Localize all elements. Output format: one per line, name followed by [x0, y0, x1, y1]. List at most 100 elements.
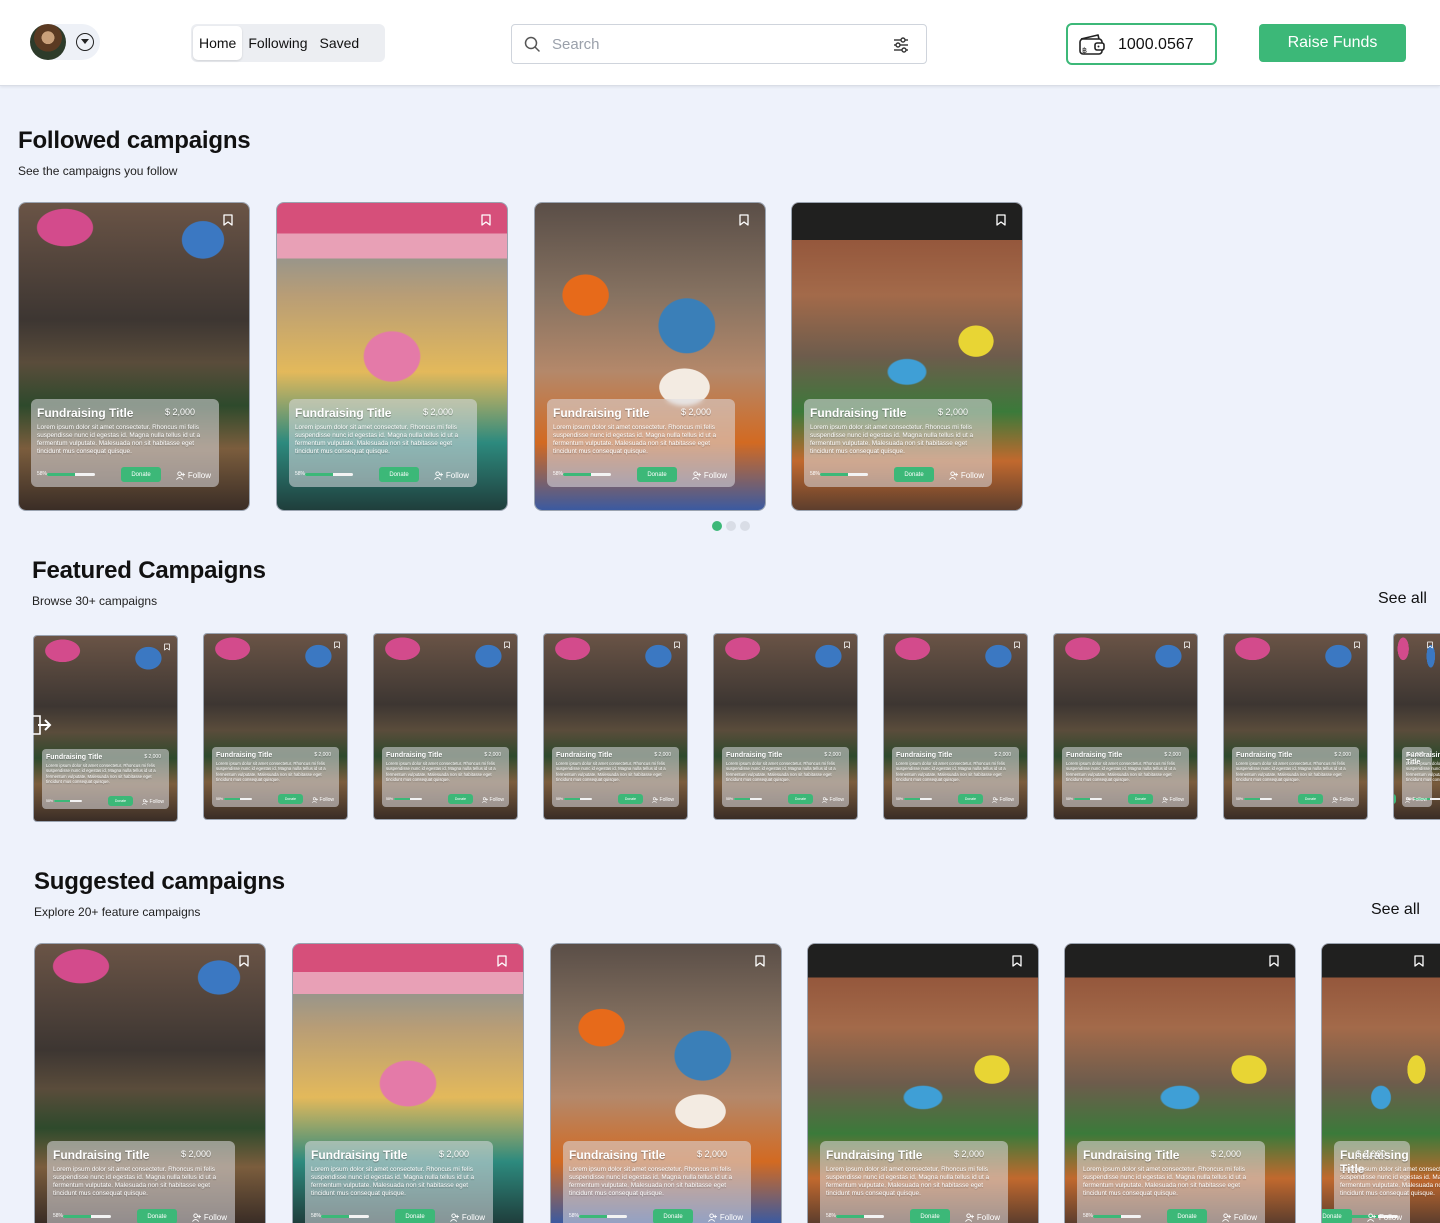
raise-funds-button[interactable]: Raise Funds [1259, 24, 1406, 62]
filter-icon[interactable] [892, 36, 910, 54]
bookmark-icon[interactable] [481, 214, 491, 226]
featured-see-all-link[interactable]: See all [1378, 590, 1427, 608]
donate-button[interactable]: Donate [618, 794, 643, 804]
donate-button[interactable]: Donate [108, 796, 133, 806]
follow-button[interactable]: Follow [175, 471, 211, 480]
follow-button[interactable]: Follow [1331, 797, 1354, 803]
search-input[interactable] [552, 25, 882, 63]
donate-button[interactable]: Donate [379, 467, 419, 482]
follow-button[interactable]: Follow [821, 797, 844, 803]
follow-button[interactable]: Follow [191, 1213, 227, 1222]
campaign-card[interactable]: Fundraising Title $ 2,000 Lorem ipsum do… [18, 202, 250, 511]
donate-button[interactable]: Donate [910, 1209, 950, 1223]
follow-button[interactable]: Follow [1161, 797, 1184, 803]
bookmark-icon[interactable] [674, 641, 680, 649]
donate-button[interactable]: Donate [121, 467, 161, 482]
follow-button[interactable]: Follow [691, 471, 727, 480]
campaign-card[interactable]: Fundraising Title $ 2,000 Lorem ipsum do… [1321, 943, 1440, 1223]
campaign-card[interactable]: Fundraising Title $ 2,000 Lorem ipsum do… [1064, 943, 1296, 1223]
bookmark-icon[interactable] [1184, 641, 1190, 649]
bookmark-icon[interactable] [996, 214, 1006, 226]
campaign-amount: $ 2,000 [164, 407, 195, 417]
carousel-dot[interactable] [726, 521, 736, 531]
bookmark-icon[interactable] [1012, 955, 1022, 967]
bookmark-icon[interactable] [1269, 955, 1279, 967]
tab-saved[interactable]: Saved [314, 26, 366, 60]
donate-button[interactable]: Donate [1322, 1209, 1352, 1223]
follow-button[interactable]: Follow [1366, 1213, 1402, 1222]
campaign-card[interactable]: Fundraising Title $ 2,000 Lorem ipsum do… [292, 943, 524, 1223]
profile-menu[interactable] [30, 24, 100, 60]
follow-button[interactable]: Follow [449, 1213, 485, 1222]
follow-button[interactable]: Follow [948, 471, 984, 480]
donate-button[interactable]: Donate [278, 794, 303, 804]
bookmark-icon[interactable] [334, 641, 340, 649]
follow-button[interactable]: Follow [964, 1213, 1000, 1222]
donate-button[interactable]: Donate [958, 794, 983, 804]
follow-button[interactable]: Follow [311, 797, 334, 803]
bookmark-icon[interactable] [223, 214, 233, 226]
follow-button[interactable]: Follow [1404, 797, 1427, 803]
carousel-dot[interactable] [712, 521, 722, 531]
bookmark-icon[interactable] [164, 643, 170, 651]
bookmark-icon[interactable] [1427, 641, 1433, 649]
campaign-card[interactable]: Fundraising Title $ 2,000 Lorem ipsum do… [713, 633, 858, 820]
donate-button[interactable]: Donate [788, 794, 813, 804]
campaign-card[interactable]: Fundraising Title $ 2,000 Lorem ipsum do… [33, 635, 178, 822]
follow-button[interactable]: Follow [991, 797, 1014, 803]
follow-icon [1366, 1213, 1376, 1222]
bookmark-icon[interactable] [739, 214, 749, 226]
campaign-card[interactable]: Fundraising Title $ 2,000 Lorem ipsum do… [34, 943, 266, 1223]
donate-button[interactable]: Donate [1394, 794, 1396, 804]
campaign-card[interactable]: Fundraising Title $ 2,000 Lorem ipsum do… [1053, 633, 1198, 820]
campaign-card[interactable]: Fundraising Title $ 2,000 Lorem ipsum do… [791, 202, 1023, 511]
campaign-card[interactable]: Fundraising Title $ 2,000 Lorem ipsum do… [883, 633, 1028, 820]
follow-label: Follow [489, 797, 504, 803]
follow-button[interactable]: Follow [141, 799, 164, 805]
bookmark-icon[interactable] [239, 955, 249, 967]
bookmark-icon[interactable] [1354, 641, 1360, 649]
campaign-info: Fundraising Title $ 2,000 Lorem ipsum do… [820, 1141, 1008, 1223]
donate-button[interactable]: Donate [894, 467, 934, 482]
donate-button[interactable]: Donate [395, 1209, 435, 1223]
campaign-card[interactable]: Fundraising Title $ 2,000 Lorem ipsum do… [543, 633, 688, 820]
donate-button[interactable]: Donate [1128, 794, 1153, 804]
bookmark-icon[interactable] [844, 641, 850, 649]
bookmark-icon[interactable] [1414, 955, 1424, 967]
bookmark-icon[interactable] [755, 955, 765, 967]
donate-button[interactable]: Donate [1167, 1209, 1207, 1223]
donate-button[interactable]: Donate [637, 467, 677, 482]
campaign-card[interactable]: Fundraising Title $ 2,000 Lorem ipsum do… [1393, 633, 1440, 820]
donate-button[interactable]: Donate [448, 794, 473, 804]
wallet-balance[interactable]: ฿ 1000.0567 [1066, 23, 1217, 65]
campaign-card[interactable]: Fundraising Title $ 2,000 Lorem ipsum do… [373, 633, 518, 820]
bookmark-icon[interactable] [497, 955, 507, 967]
campaign-card[interactable]: Fundraising Title $ 2,000 Lorem ipsum do… [534, 202, 766, 511]
campaign-card[interactable]: Fundraising Title $ 2,000 Lorem ipsum do… [1223, 633, 1368, 820]
donate-button[interactable]: Donate [137, 1209, 177, 1223]
tab-following[interactable]: Following [242, 26, 313, 60]
campaign-amount: $ 2,000 [680, 407, 711, 417]
avatar[interactable] [30, 24, 66, 60]
bookmark-icon[interactable] [504, 641, 510, 649]
donate-button[interactable]: Donate [1298, 794, 1323, 804]
bookmark-icon[interactable] [1014, 641, 1020, 649]
campaign-card[interactable]: Fundraising Title $ 2,000 Lorem ipsum do… [550, 943, 782, 1223]
chevron-down-icon[interactable] [76, 33, 94, 51]
campaign-card[interactable]: Fundraising Title $ 2,000 Lorem ipsum do… [807, 943, 1039, 1223]
progress-label: 58% [216, 797, 224, 801]
follow-button[interactable]: Follow [481, 797, 504, 803]
campaign-description: Lorem ipsum dolor sit amet consectetur. … [46, 763, 156, 785]
campaign-card[interactable]: Fundraising Title $ 2,000 Lorem ipsum do… [203, 633, 348, 820]
follow-button[interactable]: Follow [1221, 1213, 1257, 1222]
tab-home[interactable]: Home [193, 26, 243, 60]
suggested-see-all-link[interactable]: See all [1371, 901, 1420, 919]
carousel-dot[interactable] [740, 521, 750, 531]
follow-button[interactable]: Follow [433, 471, 469, 480]
campaign-card[interactable]: Fundraising Title $ 2,000 Lorem ipsum do… [276, 202, 508, 511]
follow-button[interactable]: Follow [651, 797, 674, 803]
follow-button[interactable]: Follow [707, 1213, 743, 1222]
campaign-info: Fundraising Title $ 2,000 Lorem ipsum do… [552, 747, 679, 807]
donate-button[interactable]: Donate [653, 1209, 693, 1223]
arrow-right-icon[interactable] [32, 714, 52, 736]
